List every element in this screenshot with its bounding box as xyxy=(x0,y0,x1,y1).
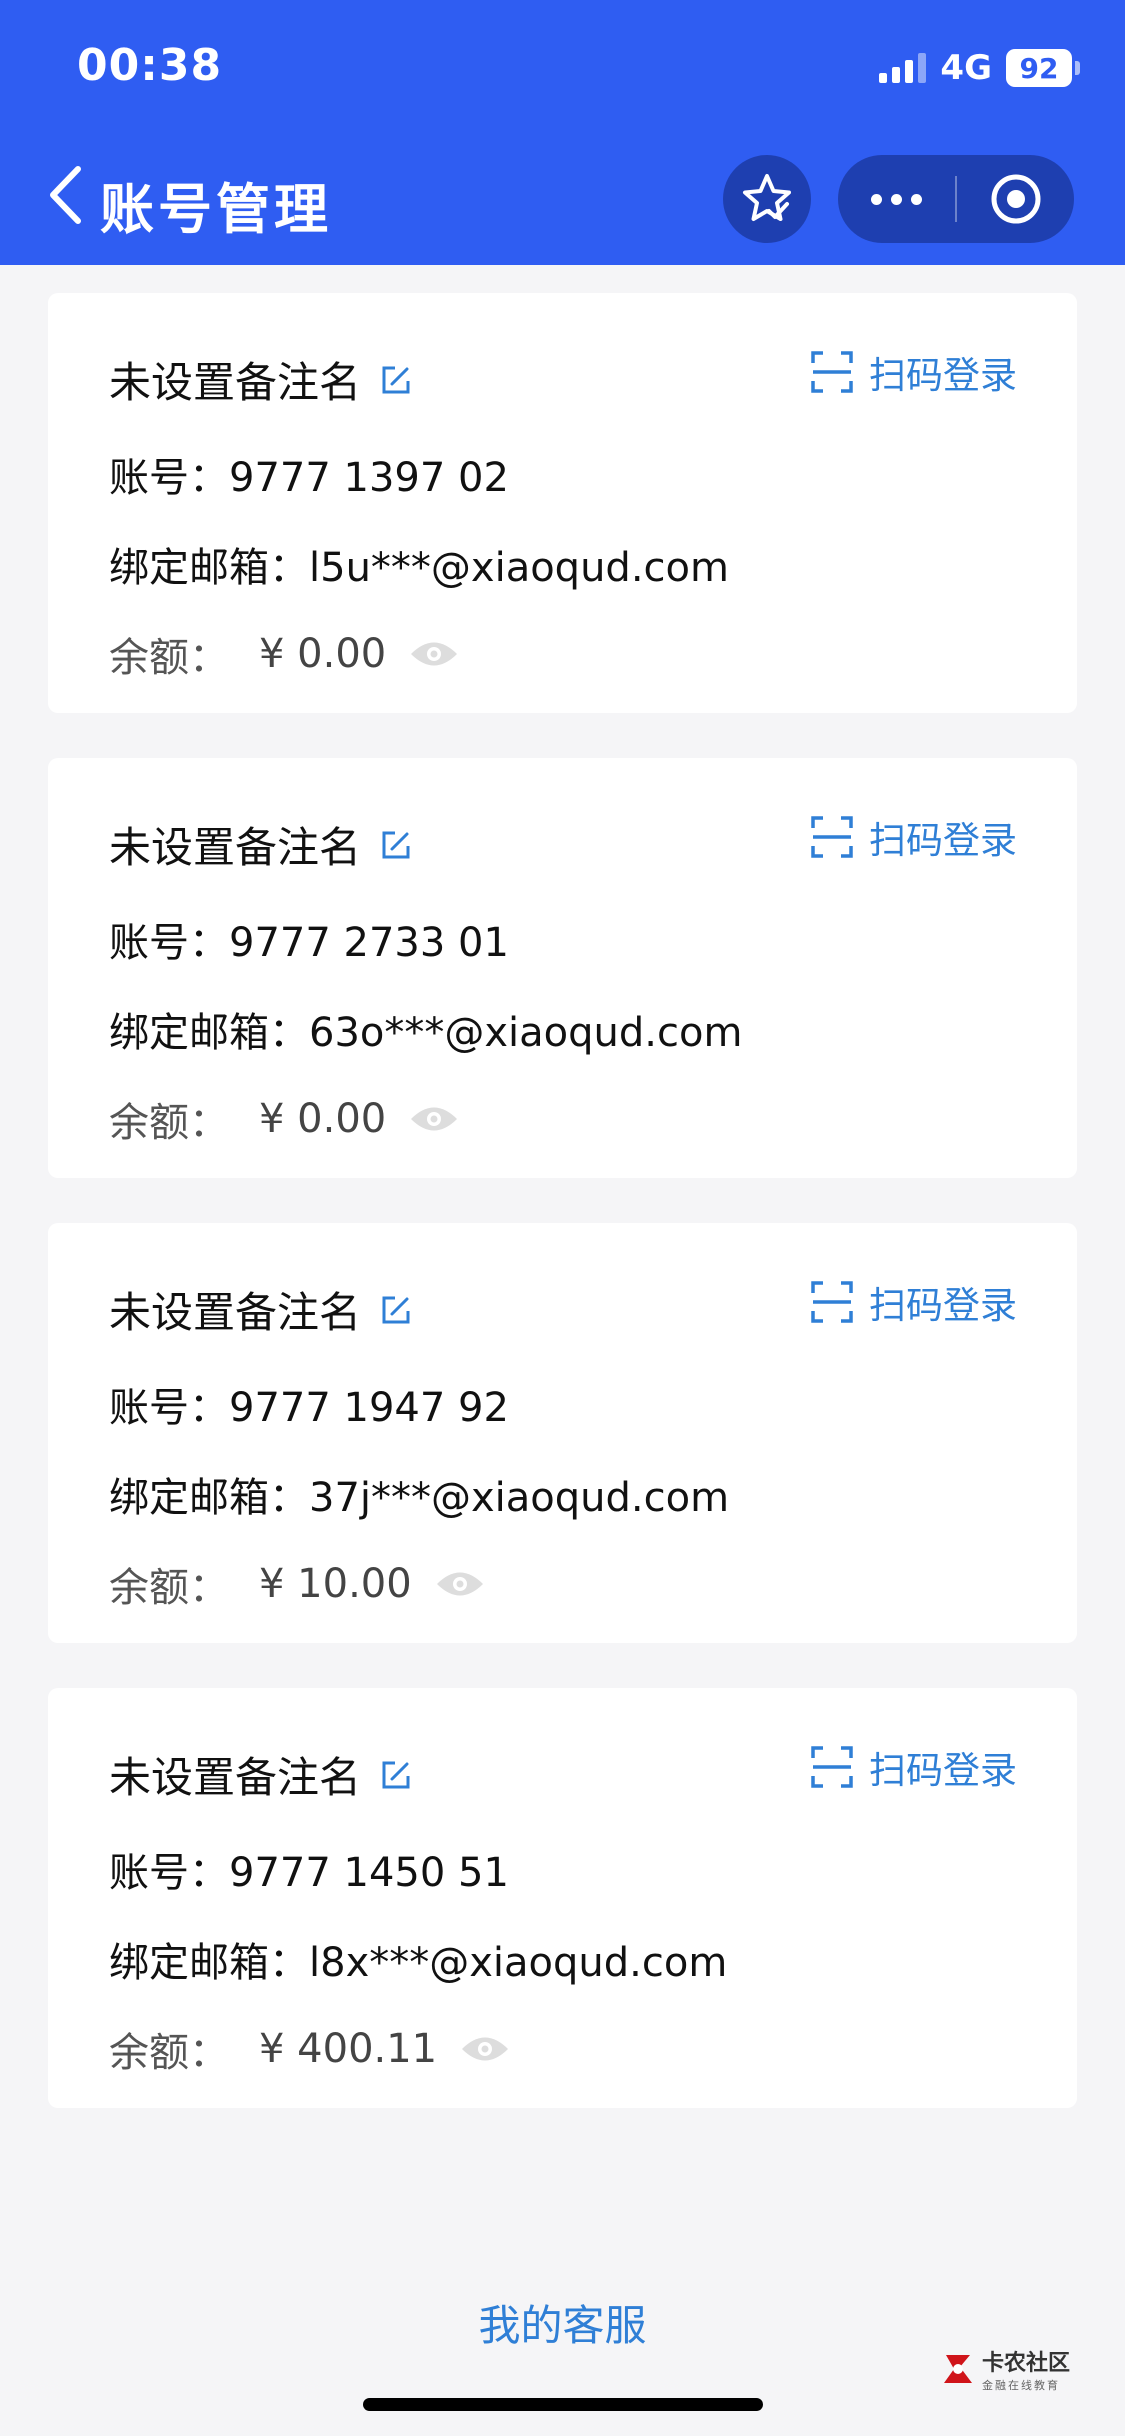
watermark-subtitle: 金融在线教育 xyxy=(981,2379,1060,2392)
customer-service-link[interactable]: 我的客服 xyxy=(0,2292,1125,2353)
app-header: 00:38 4G 92 账号管理 xyxy=(0,0,1125,265)
account-number-label: 账号： xyxy=(109,455,229,501)
account-number-value: 9777 1397 02 xyxy=(229,455,509,501)
watermark: 卡农社区 金融在线教育 xyxy=(940,2345,1070,2393)
account-number-value: 9777 1450 51 xyxy=(229,1850,509,1896)
balance-label: 余额： xyxy=(109,635,229,681)
email-label: 绑定邮箱： xyxy=(109,1010,309,1056)
account-number-label: 账号： xyxy=(109,920,229,966)
balance-row: 余额： ¥ 400.11 xyxy=(109,2020,511,2078)
account-number-row: 账号：9777 1947 92 xyxy=(109,1375,509,1433)
scan-icon xyxy=(811,816,853,858)
account-number-value: 9777 1947 92 xyxy=(229,1385,509,1431)
email-row: 绑定邮箱：63o***@xiaoqud.com xyxy=(109,1000,742,1058)
scan-icon xyxy=(811,1746,853,1788)
favorite-button[interactable] xyxy=(723,155,811,243)
network-label: 4G xyxy=(940,48,992,88)
battery-level: 92 xyxy=(1006,49,1072,87)
email-row: 绑定邮箱：l8x***@xiaoqud.com xyxy=(109,1930,727,1988)
account-remark[interactable]: 未设置备注名 xyxy=(109,1744,413,1805)
email-label: 绑定邮箱： xyxy=(109,1475,309,1521)
email-row: 绑定邮箱：l5u***@xiaoqud.com xyxy=(109,535,729,593)
watermark-title: 卡农社区 xyxy=(981,2351,1070,2376)
scan-icon xyxy=(811,351,853,393)
scan-login-button[interactable]: 扫码登录 xyxy=(811,1275,1017,1329)
scan-login-button[interactable]: 扫码登录 xyxy=(811,345,1017,399)
edit-icon[interactable] xyxy=(379,363,413,397)
account-remark-label: 未设置备注名 xyxy=(109,1753,362,1802)
home-indicator xyxy=(363,2398,763,2411)
balance-row: 余额： ¥ 0.00 xyxy=(109,1090,460,1148)
account-number-row: 账号：9777 1450 51 xyxy=(109,1840,509,1898)
miniapp-capsule xyxy=(838,155,1074,243)
scan-login-label: 扫码登录 xyxy=(869,354,1017,397)
page-title: 账号管理 xyxy=(100,178,332,241)
balance-label: 余额： xyxy=(109,1100,229,1146)
account-card: 未设置备注名 扫码登录 账号：9777 2733 01 绑定邮箱：63o***@… xyxy=(48,758,1077,1178)
eye-icon[interactable] xyxy=(408,1102,460,1136)
account-remark-label: 未设置备注名 xyxy=(109,823,362,872)
balance-value: ¥ 10.00 xyxy=(259,1561,412,1607)
account-number-label: 账号： xyxy=(109,1385,229,1431)
email-label: 绑定邮箱： xyxy=(109,545,309,591)
back-button[interactable] xyxy=(40,160,90,230)
account-card: 未设置备注名 扫码登录 账号：9777 1450 51 绑定邮箱：l8x***@… xyxy=(48,1688,1077,2108)
account-card: 未设置备注名 扫码登录 账号：9777 1947 92 绑定邮箱：37j***@… xyxy=(48,1223,1077,1643)
account-card: 未设置备注名 扫码登录 账号：9777 1397 02 绑定邮箱：l5u***@… xyxy=(48,293,1077,713)
watermark-logo-icon xyxy=(943,2355,972,2383)
balance-value: ¥ 0.00 xyxy=(259,631,387,677)
email-value: l8x***@xiaoqud.com xyxy=(309,1940,728,1986)
account-remark-label: 未设置备注名 xyxy=(109,358,362,407)
account-remark[interactable]: 未设置备注名 xyxy=(109,349,413,410)
email-value: 37j***@xiaoqud.com xyxy=(309,1475,730,1521)
scan-login-button[interactable]: 扫码登录 xyxy=(811,810,1017,864)
balance-row: 余额： ¥ 0.00 xyxy=(109,625,460,683)
more-dots-icon xyxy=(871,193,922,205)
edit-icon[interactable] xyxy=(379,828,413,862)
email-row: 绑定邮箱：37j***@xiaoqud.com xyxy=(109,1465,729,1523)
battery-icon: 92 xyxy=(1006,49,1080,87)
account-number-value: 9777 2733 01 xyxy=(229,920,509,966)
edit-icon[interactable] xyxy=(379,1758,413,1792)
email-value: 63o***@xiaoqud.com xyxy=(309,1010,743,1056)
star-icon xyxy=(743,174,791,221)
eye-icon[interactable] xyxy=(408,637,460,671)
eye-icon[interactable] xyxy=(434,1567,486,1601)
edit-icon[interactable] xyxy=(379,1293,413,1327)
balance-label: 余额： xyxy=(109,2030,229,2076)
more-button[interactable] xyxy=(838,155,955,243)
status-time: 00:38 xyxy=(77,40,223,91)
balance-row: 余额： ¥ 10.00 xyxy=(109,1555,486,1613)
account-remark[interactable]: 未设置备注名 xyxy=(109,814,413,875)
eye-icon[interactable] xyxy=(459,2032,511,2066)
scan-login-label: 扫码登录 xyxy=(869,1749,1017,1792)
account-number-row: 账号：9777 2733 01 xyxy=(109,910,509,968)
scan-icon xyxy=(811,1281,853,1323)
email-value: l5u***@xiaoqud.com xyxy=(309,545,729,591)
account-remark[interactable]: 未设置备注名 xyxy=(109,1279,413,1340)
close-miniapp-button[interactable] xyxy=(957,155,1074,243)
account-number-row: 账号：9777 1397 02 xyxy=(109,445,509,503)
signal-icon xyxy=(879,53,927,83)
scan-login-label: 扫码登录 xyxy=(869,1284,1017,1327)
account-number-label: 账号： xyxy=(109,1850,229,1896)
scan-login-label: 扫码登录 xyxy=(869,819,1017,862)
account-remark-label: 未设置备注名 xyxy=(109,1288,362,1337)
chevron-left-icon xyxy=(50,166,81,224)
scan-login-button[interactable]: 扫码登录 xyxy=(811,1740,1017,1794)
status-indicators: 4G 92 xyxy=(879,46,1080,90)
target-close-icon xyxy=(991,174,1040,224)
balance-value: ¥ 400.11 xyxy=(259,2026,438,2072)
balance-label: 余额： xyxy=(109,1565,229,1611)
email-label: 绑定邮箱： xyxy=(109,1940,309,1986)
balance-value: ¥ 0.00 xyxy=(259,1096,387,1142)
